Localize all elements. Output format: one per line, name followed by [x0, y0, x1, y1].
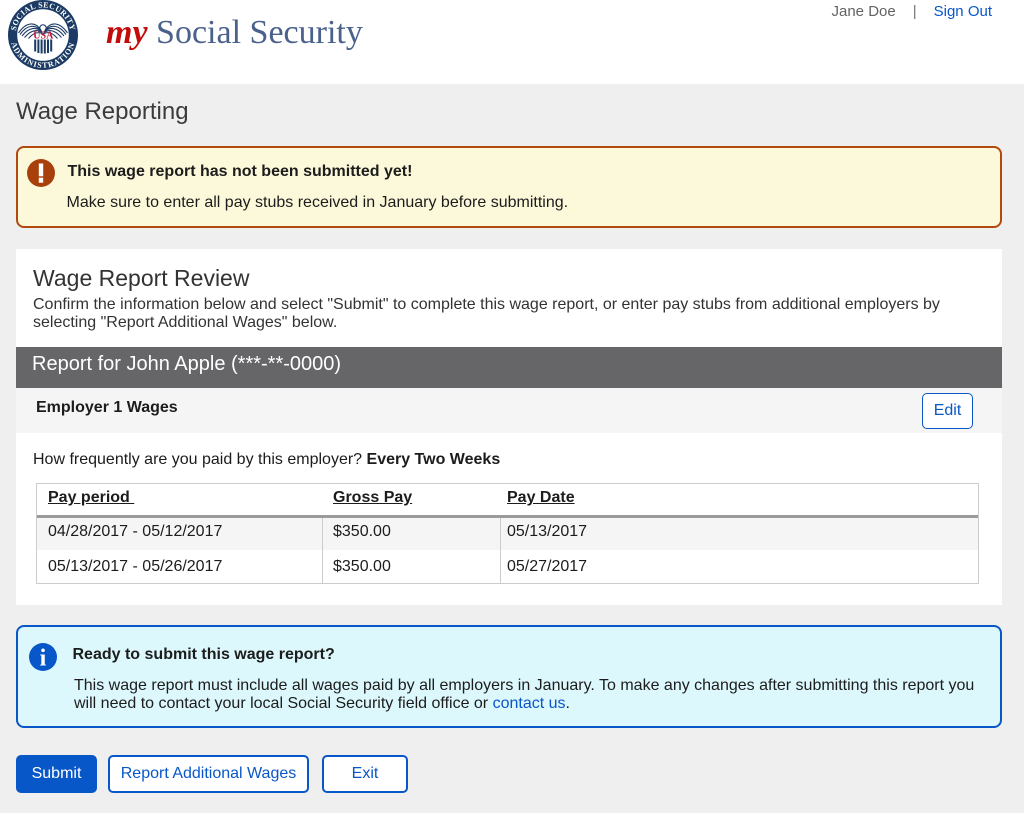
- svg-text:USA: USA: [33, 30, 54, 41]
- svg-text:i: i: [40, 645, 47, 671]
